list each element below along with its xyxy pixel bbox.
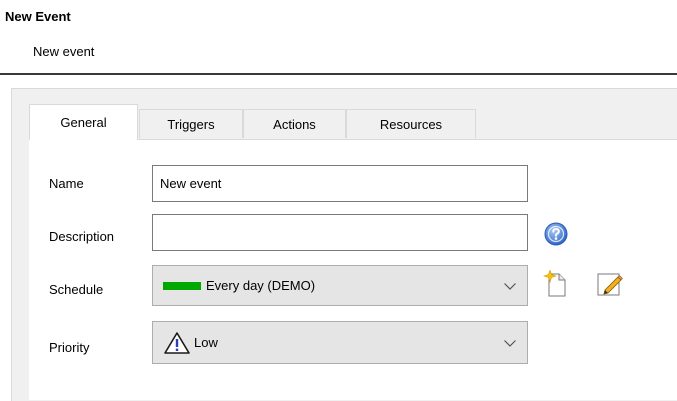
chevron-down-icon <box>504 283 516 290</box>
tab-general[interactable]: General <box>29 104 138 140</box>
tab-label: General <box>60 115 107 130</box>
page-title: New Event <box>5 9 71 24</box>
edit-schedule-icon[interactable] <box>596 271 624 297</box>
description-field[interactable] <box>152 214 528 251</box>
name-value: New event <box>160 176 222 191</box>
header-divider <box>0 73 677 75</box>
tab-label: Resources <box>379 116 443 132</box>
tab-label: Triggers <box>167 116 215 132</box>
tab-label: Actions <box>273 116 316 132</box>
tab-triggers[interactable]: Triggers <box>139 109 243 138</box>
priority-value: Low <box>194 335 218 350</box>
warning-icon <box>163 331 191 355</box>
schedule-color-swatch <box>163 281 201 290</box>
page-subtitle: New event <box>33 44 95 59</box>
help-icon[interactable] <box>544 222 568 246</box>
schedule-dropdown[interactable]: Every day (DEMO) <box>152 265 528 306</box>
description-label: Description <box>49 229 115 244</box>
new-schedule-icon[interactable] <box>543 269 569 298</box>
priority-dropdown[interactable]: Low <box>152 321 528 364</box>
name-field[interactable]: New event <box>152 165 528 202</box>
schedule-label: Schedule <box>49 282 104 297</box>
name-label: Name <box>49 176 84 191</box>
schedule-value: Every day (DEMO) <box>206 278 316 293</box>
priority-label: Priority <box>49 340 90 355</box>
chevron-down-icon <box>504 340 516 347</box>
tab-actions[interactable]: Actions <box>243 109 346 138</box>
tab-resources[interactable]: Resources <box>346 109 476 138</box>
